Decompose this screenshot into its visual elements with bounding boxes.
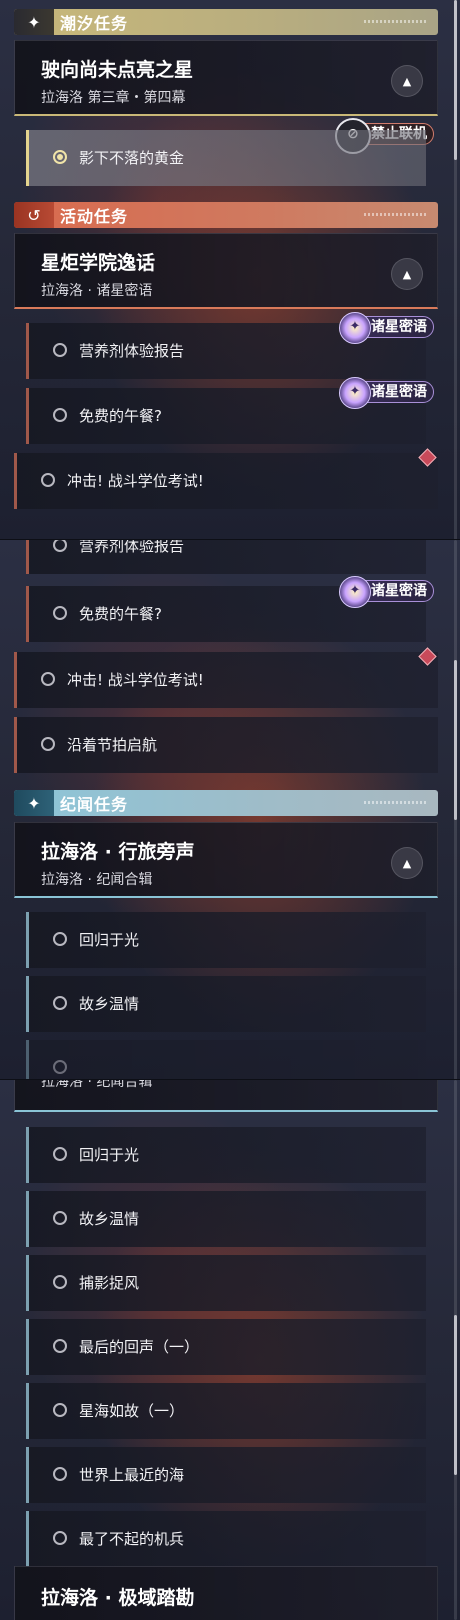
sub-quest-label: 回归于光 [79, 931, 140, 949]
collapse-button[interactable]: ▲ [391, 847, 423, 879]
category-header-tide[interactable]: ✦ 潮汐任务 [14, 9, 438, 35]
sub-quest-item[interactable]: 回归于光 [26, 912, 426, 968]
chevron-up-icon: ▲ [402, 856, 412, 870]
radio-icon [41, 672, 55, 686]
sub-quest-label: 沿着节拍启航 [67, 736, 158, 754]
star-badge-icon: ✦ [339, 312, 371, 344]
sub-quest-label: 免费的午餐? [79, 407, 162, 425]
radio-icon [53, 1211, 67, 1225]
sub-quest-label: 捕影捉风 [79, 1274, 140, 1292]
sub-quest-label: 冲击! 战斗学位考试! [67, 472, 204, 490]
scrollbar[interactable] [454, 0, 457, 540]
star-badge-icon: ✦ [339, 377, 371, 409]
category-header-event[interactable]: ↺ 活动任务 [14, 202, 438, 228]
sub-quest-item-partial[interactable] [26, 1040, 426, 1080]
radio-icon [53, 1531, 67, 1545]
sub-quest-item[interactable]: 最后的回声（一） [26, 1319, 426, 1375]
sub-quest-item[interactable]: 最了不起的机兵 [26, 1511, 426, 1567]
scrollbar[interactable] [454, 540, 457, 1080]
radio-icon [53, 996, 67, 1010]
badge-label: 诸星密语 [371, 319, 427, 335]
radio-icon [53, 1147, 67, 1161]
sub-quest-item-partial[interactable]: 营养剂体验报告 [26, 540, 426, 574]
sub-quest-label: 故乡温情 [79, 1210, 140, 1228]
scroll-thumb[interactable] [454, 660, 457, 820]
sub-quest-item[interactable]: 捕影捉风 [26, 1255, 426, 1311]
sub-quest-label: 营养剂体验报告 [79, 540, 185, 555]
sub-quest-label: 最后的回声（一） [79, 1338, 200, 1356]
header-decoration [364, 801, 426, 804]
quest-card-tide[interactable]: 驶向尚未点亮之星 拉海洛 第三章・第四幕 ▲ [14, 40, 438, 116]
badge-label: 诸星密语 [371, 583, 427, 599]
star-whisper-badge: ✦ 诸星密语 [339, 377, 434, 409]
header-decoration [364, 20, 426, 23]
radio-icon [41, 737, 55, 751]
sub-quest-item[interactable]: 沿着节拍启航 [14, 717, 438, 773]
star-badge-icon: ✦ [339, 576, 371, 608]
quest-panel-1: ✦ 潮汐任务 驶向尚未点亮之星 拉海洛 第三章・第四幕 ▲ ⊘ 禁止联机 影下不… [0, 0, 460, 540]
sub-quest-label: 冲击! 战斗学位考试! [67, 671, 204, 689]
quest-card-next-partial[interactable]: 拉海洛 · 极域踏勘 [14, 1566, 438, 1620]
sub-quest-label: 免费的午餐? [79, 605, 162, 623]
scroll-thumb[interactable] [454, 0, 457, 160]
sub-quest-item[interactable]: 故乡温情 [26, 1191, 426, 1247]
quest-card-chronicle[interactable]: 拉海洛 · 行旅旁声 拉海洛 · 纪闻合辑 ▲ [14, 822, 438, 898]
radio-icon [53, 1403, 67, 1417]
radio-icon [53, 606, 67, 620]
sub-quest-item[interactable]: 冲击! 战斗学位考试! [14, 453, 438, 509]
star-whisper-badge: ✦ 诸星密语 [339, 576, 434, 608]
quest-title: 驶向尚未点亮之星 [41, 59, 194, 81]
star-whisper-badge: ✦ 诸星密语 [339, 312, 434, 344]
radio-icon [53, 1339, 67, 1353]
badge-label: 诸星密语 [371, 384, 427, 400]
sub-quest-label: 世界上最近的海 [79, 1466, 185, 1484]
radio-icon [53, 540, 67, 552]
category-label: 纪闻任务 [60, 795, 129, 814]
quest-title: 星炬学院逸话 [41, 252, 156, 274]
quest-panel-2: 营养剂体验报告 免费的午餐? ✦ 诸星密语 冲击! 战斗学位考试! 沿着节拍启航… [0, 540, 460, 1080]
radio-icon [53, 343, 67, 357]
sub-quest-label: 星海如故（一） [79, 1402, 185, 1420]
sub-quest-item[interactable]: 星海如故（一） [26, 1383, 426, 1439]
quest-title: 拉海洛 · 行旅旁声 [41, 841, 195, 863]
chevron-up-icon: ▲ [402, 267, 412, 281]
quest-card-event[interactable]: 星炬学院逸话 拉海洛 · 诸星密语 ▲ [14, 233, 438, 309]
scrollbar[interactable] [454, 1080, 457, 1620]
radio-icon [53, 932, 67, 946]
radio-icon [53, 1275, 67, 1289]
sub-quest-label: 回归于光 [79, 1146, 140, 1164]
event-return-icon: ↺ [14, 202, 54, 228]
sub-quest-label: 最了不起的机兵 [79, 1530, 185, 1548]
sub-quest-item[interactable]: 冲击! 战斗学位考试! [14, 652, 438, 708]
quest-subtitle: 拉海洛 · 纪闻合辑 [41, 872, 153, 888]
radio-icon [53, 1467, 67, 1481]
sparkle-icon: ✦ [14, 790, 54, 816]
collapse-button[interactable]: ▲ [391, 258, 423, 290]
quest-subtitle: 拉海洛 · 纪闻合辑 [41, 1080, 153, 1090]
sub-quest-item[interactable]: 故乡温情 [26, 976, 426, 1032]
quest-title: 拉海洛 · 极域踏勘 [41, 1587, 195, 1609]
sub-quest-item[interactable]: 世界上最近的海 [26, 1447, 426, 1503]
collapse-button[interactable]: ▲ [391, 65, 423, 97]
chevron-up-icon: ▲ [402, 74, 412, 88]
category-header-chronicle[interactable]: ✦ 纪闻任务 [14, 790, 438, 816]
sub-quest-item[interactable]: 影下不落的黄金 [26, 130, 426, 186]
sub-quest-item[interactable]: 回归于光 [26, 1127, 426, 1183]
radio-icon [53, 1060, 67, 1074]
sub-quest-label: 故乡温情 [79, 995, 140, 1013]
category-label: 潮汐任务 [60, 14, 129, 33]
radio-icon [41, 473, 55, 487]
radio-selected-icon [53, 150, 67, 164]
sub-quest-label: 营养剂体验报告 [79, 342, 185, 360]
sub-quest-label: 影下不落的黄金 [79, 149, 185, 167]
quest-panel-3: 拉海洛 · 纪闻合辑 回归于光 故乡温情 捕影捉风 最后的回声（一） 星海如故（… [0, 1080, 460, 1620]
sparkle-icon: ✦ [14, 9, 54, 35]
radio-icon [53, 408, 67, 422]
quest-subtitle: 拉海洛 第三章・第四幕 [41, 90, 186, 106]
scroll-thumb[interactable] [454, 1315, 457, 1475]
category-label: 活动任务 [60, 207, 129, 226]
quest-card-chronicle-partial[interactable]: 拉海洛 · 纪闻合辑 [14, 1080, 438, 1112]
quest-subtitle: 拉海洛 · 诸星密语 [41, 283, 153, 299]
header-decoration [364, 213, 426, 216]
